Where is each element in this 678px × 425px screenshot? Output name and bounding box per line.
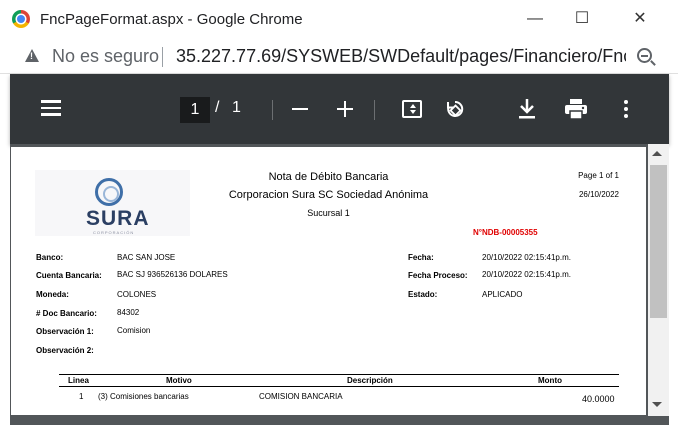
minimize-button[interactable]: — <box>523 7 547 31</box>
url-text[interactable]: 35.227.77.69/SYSWEB/SWDefault/pages/Fina… <box>176 46 626 67</box>
window-title: FncPageFormat.aspx - Google Chrome <box>40 11 303 28</box>
toolbar-divider <box>272 100 273 120</box>
pdf-page: SURA CORPORACIÓN Nota de Débito Bancaria… <box>11 147 646 415</box>
table-cell-motivo: (3) Comisiones bancarias <box>98 392 189 401</box>
page-number-input[interactable]: 1 <box>180 97 210 123</box>
field-label: Fecha: <box>408 253 434 262</box>
scroll-up-arrow-icon[interactable] <box>652 151 662 156</box>
field-label: Fecha Proceso: <box>408 271 468 280</box>
document-number: N°NDB-00005355 <box>473 228 538 237</box>
close-button[interactable]: ✕ <box>628 7 652 31</box>
field-value: BAC SAN JOSE <box>117 253 176 262</box>
print-icon[interactable] <box>565 99 587 119</box>
address-bar[interactable]: No es seguro 35.227.77.69/SYSWEB/SWDefau… <box>0 40 678 74</box>
chrome-icon <box>12 10 30 28</box>
field-value: APLICADO <box>482 290 523 299</box>
logo-subtitle: CORPORACIÓN <box>93 230 135 235</box>
table-cell-monto: 40.0000 <box>582 394 615 404</box>
window-titlebar: FncPageFormat.aspx - Google Chrome — ☐ ✕ <box>0 0 678 40</box>
table-header-motivo: Motivo <box>166 376 192 385</box>
page-total: 1 <box>232 99 241 116</box>
field-value: Comision <box>117 326 151 335</box>
zoom-in-button[interactable] <box>337 101 353 117</box>
field-value: BAC SJ 936526136 DOLARES <box>117 270 228 279</box>
print-date: 26/10/2022 <box>578 190 619 199</box>
scrollbar-thumb[interactable] <box>650 165 667 318</box>
menu-icon[interactable] <box>41 100 61 116</box>
field-value: COLONES <box>117 290 157 299</box>
field-label: Moneda: <box>36 290 69 299</box>
branch-name: Sucursal 1 <box>307 208 350 218</box>
field-value: 20/10/2022 02:15:41p.m. <box>482 270 571 279</box>
field-value: 84302 <box>117 308 140 317</box>
field-label: Banco: <box>36 253 64 262</box>
table-top-rule <box>59 374 619 375</box>
fit-to-page-icon[interactable] <box>402 100 422 118</box>
field-label: Observación 2: <box>36 346 94 355</box>
table-header-rule <box>59 386 619 387</box>
address-divider <box>162 47 163 67</box>
field-label: Observación 1: <box>36 327 94 336</box>
pdf-toolbar: 1 / 1 <box>10 74 669 144</box>
scroll-down-arrow-icon[interactable] <box>652 402 662 407</box>
table-header-descripcion: Descripción <box>347 376 393 385</box>
more-options-icon[interactable] <box>624 100 628 118</box>
table-cell-descripcion: COMISION BANCARIA <box>259 392 343 401</box>
page-info: Page 1 of 1 <box>578 171 619 180</box>
toolbar-divider <box>374 100 375 120</box>
field-label: # Doc Bancario: <box>36 309 97 318</box>
warning-icon[interactable] <box>25 49 39 62</box>
table-cell-linea: 1 <box>79 392 84 401</box>
rotate-icon[interactable] <box>445 99 465 119</box>
security-label[interactable]: No es seguro <box>52 46 159 67</box>
maximize-button[interactable]: ☐ <box>570 7 594 31</box>
page-separator: / <box>215 99 220 116</box>
field-label: Estado: <box>408 290 438 299</box>
zoom-out-button[interactable] <box>292 108 308 110</box>
field-value: 20/10/2022 02:15:41p.m. <box>482 253 571 262</box>
field-label: Cuenta Bancaria: <box>36 271 102 280</box>
download-icon[interactable] <box>518 98 536 120</box>
table-header-linea: Linea <box>68 376 89 385</box>
table-header-monto: Monto <box>538 376 562 385</box>
zoom-out-icon[interactable] <box>637 48 652 63</box>
